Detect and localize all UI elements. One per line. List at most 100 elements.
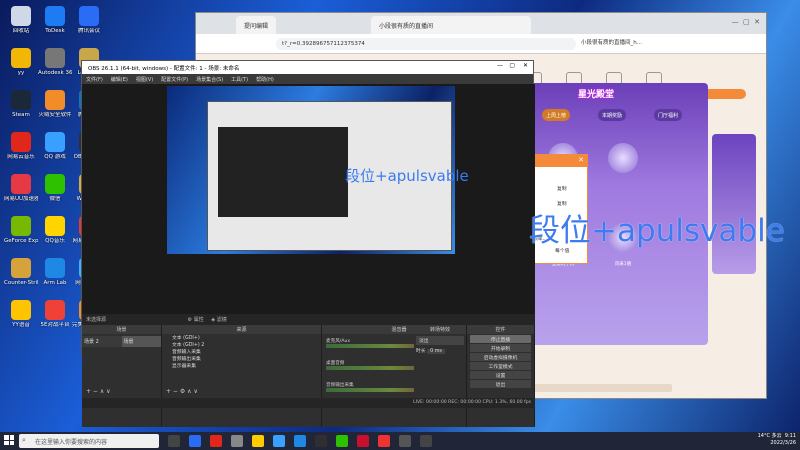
menu-file[interactable]: 文件(F) <box>86 76 103 83</box>
close-icon[interactable]: ✕ <box>523 62 528 69</box>
menu-scene-collection[interactable]: 场景集合(S) <box>196 76 223 83</box>
filters-button[interactable]: 滤镜 <box>217 317 227 323</box>
desktop-icon[interactable]: QQ音乐 <box>38 216 72 244</box>
system-tray[interactable]: 14°C 多云 9:11 2022/3/26 <box>758 433 796 447</box>
scene-toolbar[interactable]: + − ∧ ∨ <box>86 388 111 395</box>
menu-tools[interactable]: 工具(T) <box>231 76 248 83</box>
obs-preview[interactable] <box>82 84 535 314</box>
app-icon <box>11 300 31 320</box>
desktop-icon[interactable]: yy <box>4 48 38 76</box>
app-icon <box>11 258 31 278</box>
scene-item[interactable]: 场景 <box>121 336 161 347</box>
taskbar-app-icon[interactable] <box>420 435 432 447</box>
windows-start-icon[interactable] <box>4 435 14 445</box>
desktop-icon[interactable]: QQ 游戏 <box>38 132 72 160</box>
source-toolbar-buttons[interactable]: + − ⚙ ∧ ∨ <box>166 388 198 395</box>
taskbar-app-icon[interactable] <box>399 435 411 447</box>
event-tab[interactable]: 门厅福利 <box>654 109 683 121</box>
reward-chest-icon[interactable] <box>608 143 638 173</box>
taskbar-app-icon[interactable] <box>168 435 180 447</box>
source-item[interactable]: 音频输出采集 <box>162 355 321 362</box>
app-icon <box>45 6 65 26</box>
desktop-icon[interactable]: 回收站 <box>4 6 38 34</box>
taskbar-app-icon[interactable] <box>357 435 369 447</box>
maximize-icon[interactable]: ▢ <box>509 62 515 69</box>
page-tab[interactable]: 小段很有质的直播间_h... <box>581 38 642 46</box>
status-bar: LIVE: 00:00:00 REC: 00:00:00 CPU: 1.3%, … <box>82 398 535 408</box>
app-icon <box>45 132 65 152</box>
desktop-icon-label: ToDesk <box>45 28 65 34</box>
desktop-icon-label: Arm Lab <box>43 280 67 286</box>
chat-input[interactable] <box>532 384 672 392</box>
taskbar-app-icon[interactable] <box>273 435 285 447</box>
gear-icon[interactable]: ⚙ <box>188 317 192 323</box>
desktop-icon[interactable]: Steam <box>4 90 38 118</box>
tab-label: 小段很有质的直播间 <box>379 23 434 30</box>
menu-view[interactable]: 视图(V) <box>136 76 153 83</box>
taskbar-search[interactable]: 在这里输入你要搜索的内容 <box>19 434 159 448</box>
app-icon <box>11 216 31 236</box>
stop-streaming-button[interactable]: 停止直播 <box>470 335 531 343</box>
duration-input[interactable]: 0 ms <box>427 349 445 354</box>
desktop-icon-label: Counter-Strike <box>4 280 38 286</box>
taskbar-app-icon[interactable] <box>231 435 243 447</box>
desktop-icon[interactable]: 网易云音乐 <box>4 132 38 160</box>
weather-text: 14°C 多云 <box>757 433 782 439</box>
desktop-icon-label: 微信 <box>49 196 61 202</box>
source-item[interactable]: 显示器采集 <box>162 362 321 369</box>
desktop-icon-label: Autodesk 360 <box>38 70 72 76</box>
properties-button[interactable]: 属性 <box>194 317 204 323</box>
window-controls[interactable]: — ▢ ✕ <box>732 18 760 26</box>
browser-tab[interactable]: 提问编辑 <box>236 16 277 34</box>
url-field[interactable]: t?_r=0.392896757112375374 <box>276 38 576 50</box>
address-bar: t?_r=0.392896757112375374 小段很有质的直播间_h... <box>196 34 766 54</box>
filter-icon[interactable]: ◈ <box>211 317 215 323</box>
desktop-icon[interactable]: 5E对战平台 <box>38 300 72 328</box>
desktop-icon[interactable]: 腾讯会议 <box>72 6 106 34</box>
event-tab[interactable]: 本期奖励 <box>598 109 627 121</box>
dock-title: 控件 <box>467 325 534 334</box>
desktop-icon[interactable]: Counter-Strike <box>4 258 38 286</box>
source-item[interactable]: 文本 (GDI+) 2 <box>162 341 321 348</box>
close-icon[interactable]: ✕ <box>578 156 584 164</box>
transition-select[interactable]: 淡出 <box>416 336 464 345</box>
menu-edit[interactable]: 编辑(E) <box>111 76 128 83</box>
taskbar-app-icon[interactable] <box>336 435 348 447</box>
desktop-icon[interactable]: ToDesk <box>38 6 72 34</box>
taskbar-app-icon[interactable] <box>294 435 306 447</box>
minimize-icon[interactable]: — <box>497 62 503 69</box>
source-label: 显示器采集 <box>172 364 196 369</box>
virtual-camera-button[interactable]: 启动虚拟摄像机 <box>470 353 531 361</box>
browser-tab-active[interactable]: 小段很有质的直播间 <box>371 16 531 34</box>
obs-menubar: 文件(F) 编辑(E) 视图(V) 配置文件(P) 场景集合(S) 工具(T) … <box>82 74 533 84</box>
desktop-icon[interactable]: Arm Lab <box>38 258 72 286</box>
app-icon <box>11 174 31 194</box>
desktop-icon[interactable]: 网易UU加速器 <box>4 174 38 202</box>
source-item[interactable]: 文本 (GDI+) <box>162 334 321 341</box>
source-item[interactable]: 音频输入采集 <box>162 348 321 355</box>
taskbar-app-icon[interactable] <box>210 435 222 447</box>
desktop-icon[interactable]: 火绒安全软件 <box>38 90 72 118</box>
taskbar-app-icon[interactable] <box>315 435 327 447</box>
desktop-icon[interactable]: 微信 <box>38 174 72 202</box>
event-tab[interactable]: 上周上榜 <box>542 109 571 121</box>
studio-mode-button[interactable]: 工作室模式 <box>470 362 531 370</box>
desktop-icon[interactable]: YY语音 <box>4 300 38 328</box>
taskbar-app-icon[interactable] <box>252 435 264 447</box>
app-icon <box>79 6 99 26</box>
desktop-icon[interactable]: Autodesk 360 <box>38 48 72 76</box>
desktop-icon-label: 腾讯会议 <box>77 28 100 34</box>
settings-button[interactable]: 设置 <box>470 371 531 379</box>
exit-button[interactable]: 退出 <box>470 380 531 388</box>
menu-profile[interactable]: 配置文件(P) <box>161 76 188 83</box>
menu-help[interactable]: 帮助(H) <box>256 76 274 83</box>
scene-item[interactable]: 场景 2 <box>82 336 122 347</box>
event-title: 星光殿堂 <box>578 90 615 100</box>
start-recording-button[interactable]: 开始录制 <box>470 344 531 352</box>
side-promo-panel[interactable] <box>712 134 756 274</box>
taskbar-app-icon[interactable] <box>378 435 390 447</box>
app-icon <box>45 174 65 194</box>
search-icon: ⌕ <box>22 436 26 444</box>
taskbar-app-icon[interactable] <box>189 435 201 447</box>
desktop-icon[interactable]: GeForce Experience <box>4 216 38 244</box>
